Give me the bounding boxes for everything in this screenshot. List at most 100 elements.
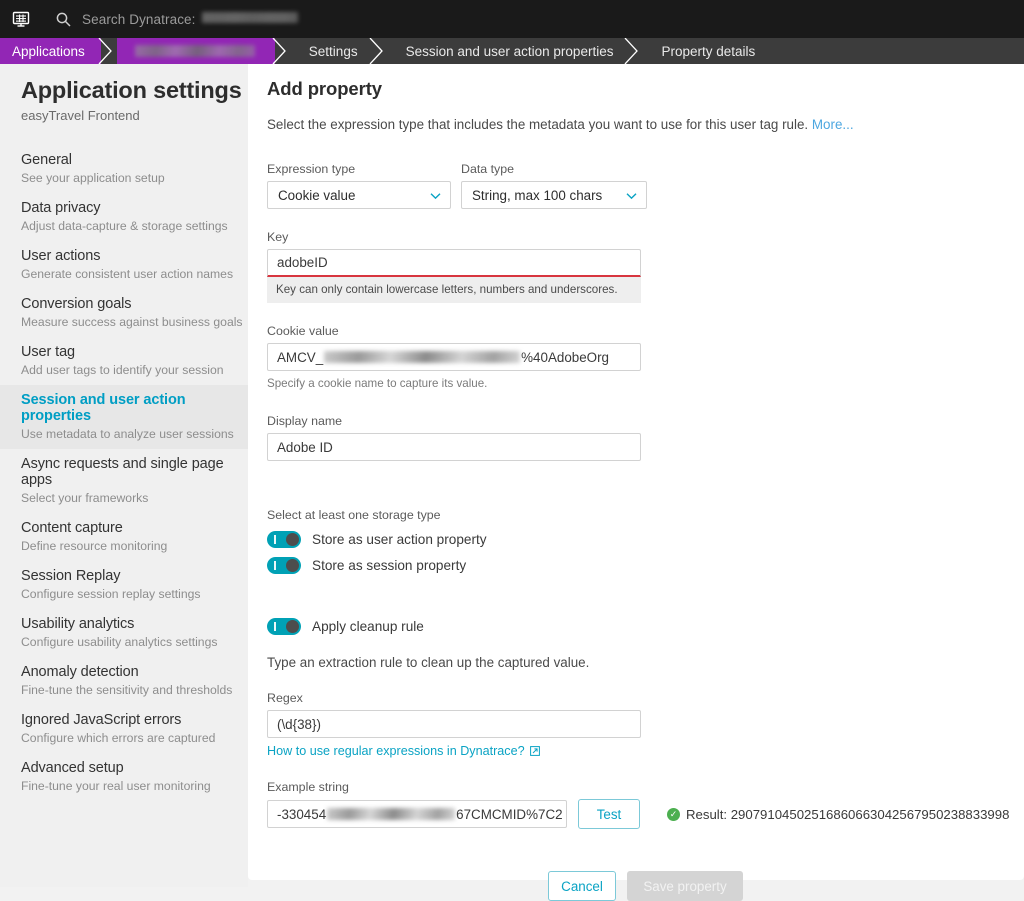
key-label: Key	[267, 230, 1024, 244]
cookie-value-prefix: AMCV_	[277, 350, 323, 365]
regex-group: Regex (\d{38}) How to use regular expres…	[267, 691, 1024, 758]
cancel-button[interactable]: Cancel	[548, 871, 616, 901]
search-icon[interactable]	[54, 10, 72, 28]
sidebar-item-conversion-goals[interactable]: Conversion goals Measure success against…	[0, 289, 248, 337]
apply-cleanup-rule-row: Apply cleanup rule	[267, 618, 1024, 635]
sidebar-nav: General See your application setup Data …	[0, 145, 248, 801]
key-input[interactable]: adobeID	[267, 249, 641, 277]
sidebar-item-session-replay[interactable]: Session Replay Configure session replay …	[0, 561, 248, 609]
top-bar: Search Dynatrace: █████████	[0, 0, 1024, 38]
cookie-value-suffix: %40AdobeOrg	[521, 350, 609, 365]
test-result-text: Result: 29079104502516860663042567950238…	[686, 807, 1009, 822]
breadcrumb-label: Property details	[661, 44, 755, 59]
display-name-group: Display name Adobe ID	[267, 414, 1024, 461]
sidebar-item-user-tag[interactable]: User tag Add user tags to identify your …	[0, 337, 248, 385]
search-input[interactable]: Search Dynatrace: █████████	[82, 12, 298, 27]
example-string-prefix: -330454	[277, 807, 326, 822]
success-check-icon: ✓	[667, 808, 680, 821]
main-panel: Add property Select the expression type …	[248, 64, 1024, 880]
display-name-label: Display name	[267, 414, 1024, 428]
expression-type-label: Expression type	[267, 162, 451, 176]
breadcrumb-item-property-details[interactable]: Property details	[643, 38, 769, 64]
sidebar-item-desc: Configure usability analytics settings	[21, 635, 248, 649]
expression-type-select[interactable]: Cookie value	[267, 181, 451, 209]
example-string-input[interactable]: -330454 ██████████████ 67CMCMID%7C2	[267, 800, 567, 828]
apply-cleanup-rule-label: Apply cleanup rule	[312, 619, 424, 634]
store-as-user-action-property-label: Store as user action property	[312, 532, 487, 547]
sidebar-item-desc: Configure session replay settings	[21, 587, 248, 601]
breadcrumb-item-settings[interactable]: Settings	[291, 38, 372, 64]
type-selectors-row: Expression type Cookie value Data type S…	[267, 162, 1024, 209]
data-type-label: Data type	[461, 162, 647, 176]
sidebar-item-desc: Configure which errors are captured	[21, 731, 248, 745]
display-name-input[interactable]: Adobe ID	[267, 433, 641, 461]
breadcrumb-label: Applications	[12, 44, 85, 59]
sidebar-item-desc: Define resource monitoring	[21, 539, 248, 553]
form-actions: Cancel Save property	[267, 871, 1024, 901]
data-type-select[interactable]: String, max 100 chars	[461, 181, 647, 209]
sidebar-item-desc: Fine-tune the sensitivity and thresholds	[21, 683, 248, 697]
sidebar-item-content-capture[interactable]: Content capture Define resource monitori…	[0, 513, 248, 561]
sidebar-item-label: Advanced setup	[21, 760, 248, 776]
cookie-value-group: Cookie value AMCV_ ██████████████████ %4…	[267, 324, 1024, 390]
store-as-user-action-property-toggle[interactable]	[267, 531, 301, 548]
store-as-session-property-toggle[interactable]	[267, 557, 301, 574]
page-title: Application settings	[0, 64, 248, 104]
sidebar-item-ignored-javascript-errors[interactable]: Ignored JavaScript errors Configure whic…	[0, 705, 248, 753]
toggle-on-mark-icon	[274, 561, 276, 570]
breadcrumb: Applications ████████████ Settings Sessi…	[0, 38, 1024, 64]
more-link[interactable]: More...	[812, 117, 854, 132]
data-type-value: String, max 100 chars	[472, 188, 602, 203]
breadcrumb-label: Session and user action properties	[406, 44, 614, 59]
sidebar-item-label: General	[21, 152, 248, 168]
sidebar: Application settings easyTravel Frontend…	[0, 64, 248, 887]
example-string-group: Example string -330454 ██████████████ 67…	[267, 780, 1024, 829]
breadcrumb-item-applications[interactable]: Applications	[0, 38, 101, 64]
monitor-icon[interactable]	[10, 8, 32, 30]
sidebar-item-desc: Fine-tune your real user monitoring	[21, 779, 248, 793]
cookie-value-input[interactable]: AMCV_ ██████████████████ %40AdobeOrg	[267, 343, 641, 371]
sidebar-item-advanced-setup[interactable]: Advanced setup Fine-tune your real user …	[0, 753, 248, 801]
cleanup-rule-description: Type an extraction rule to clean up the …	[267, 655, 1024, 670]
sidebar-item-desc: Generate consistent user action names	[21, 267, 248, 281]
sidebar-item-async-requests-and-single-page-apps[interactable]: Async requests and single page apps Sele…	[0, 449, 248, 513]
sidebar-item-desc: Use metadata to analyze user sessions	[21, 427, 248, 441]
application-name: easyTravel Frontend	[0, 104, 248, 123]
sidebar-item-general[interactable]: General See your application setup	[0, 145, 248, 193]
test-button[interactable]: Test	[578, 799, 640, 829]
chevron-down-icon	[430, 188, 441, 203]
storage-type-label: Select at least one storage type	[267, 508, 1024, 522]
breadcrumb-separator-icon	[275, 38, 291, 64]
breadcrumb-item-session-and-user-action-properties[interactable]: Session and user action properties	[388, 38, 628, 64]
sidebar-item-label: Usability analytics	[21, 616, 248, 632]
external-link-icon	[530, 746, 540, 756]
save-property-button[interactable]: Save property	[627, 871, 743, 901]
example-string-suffix: 67CMCMID%7C2	[456, 807, 562, 822]
store-as-session-property-label: Store as session property	[312, 558, 466, 573]
sidebar-item-data-privacy[interactable]: Data privacy Adjust data-capture & stora…	[0, 193, 248, 241]
expression-type-group: Expression type Cookie value	[267, 162, 451, 209]
apply-cleanup-rule-toggle[interactable]	[267, 618, 301, 635]
test-result: ✓ Result: 290791045025168606630425679502…	[667, 807, 1009, 822]
store-as-session-property-row: Store as session property	[267, 557, 1024, 574]
key-validation-message: Key can only contain lowercase letters, …	[267, 277, 641, 303]
data-type-group: Data type String, max 100 chars	[461, 162, 647, 209]
sidebar-item-session-and-user-action-properties[interactable]: Session and user action properties Use m…	[0, 385, 248, 449]
sidebar-item-label: User actions	[21, 248, 248, 264]
toggle-knob	[286, 533, 299, 546]
cookie-value-label: Cookie value	[267, 324, 1024, 338]
sidebar-item-label: Session Replay	[21, 568, 248, 584]
regex-input[interactable]: (\d{38})	[267, 710, 641, 738]
key-value: adobeID	[277, 255, 328, 270]
regex-help-link[interactable]: How to use regular expressions in Dynatr…	[267, 744, 525, 758]
sidebar-item-user-actions[interactable]: User actions Generate consistent user ac…	[0, 241, 248, 289]
breadcrumb-item-application[interactable]: ████████████	[117, 38, 275, 64]
sidebar-item-usability-analytics[interactable]: Usability analytics Configure usability …	[0, 609, 248, 657]
example-string-redacted: ██████████████	[327, 808, 455, 820]
sidebar-item-anomaly-detection[interactable]: Anomaly detection Fine-tune the sensitiv…	[0, 657, 248, 705]
example-string-label: Example string	[267, 780, 1024, 794]
sidebar-item-label: Conversion goals	[21, 296, 248, 312]
breadcrumb-label: Settings	[309, 44, 358, 59]
toggle-on-mark-icon	[274, 622, 276, 631]
expression-type-value: Cookie value	[278, 188, 355, 203]
